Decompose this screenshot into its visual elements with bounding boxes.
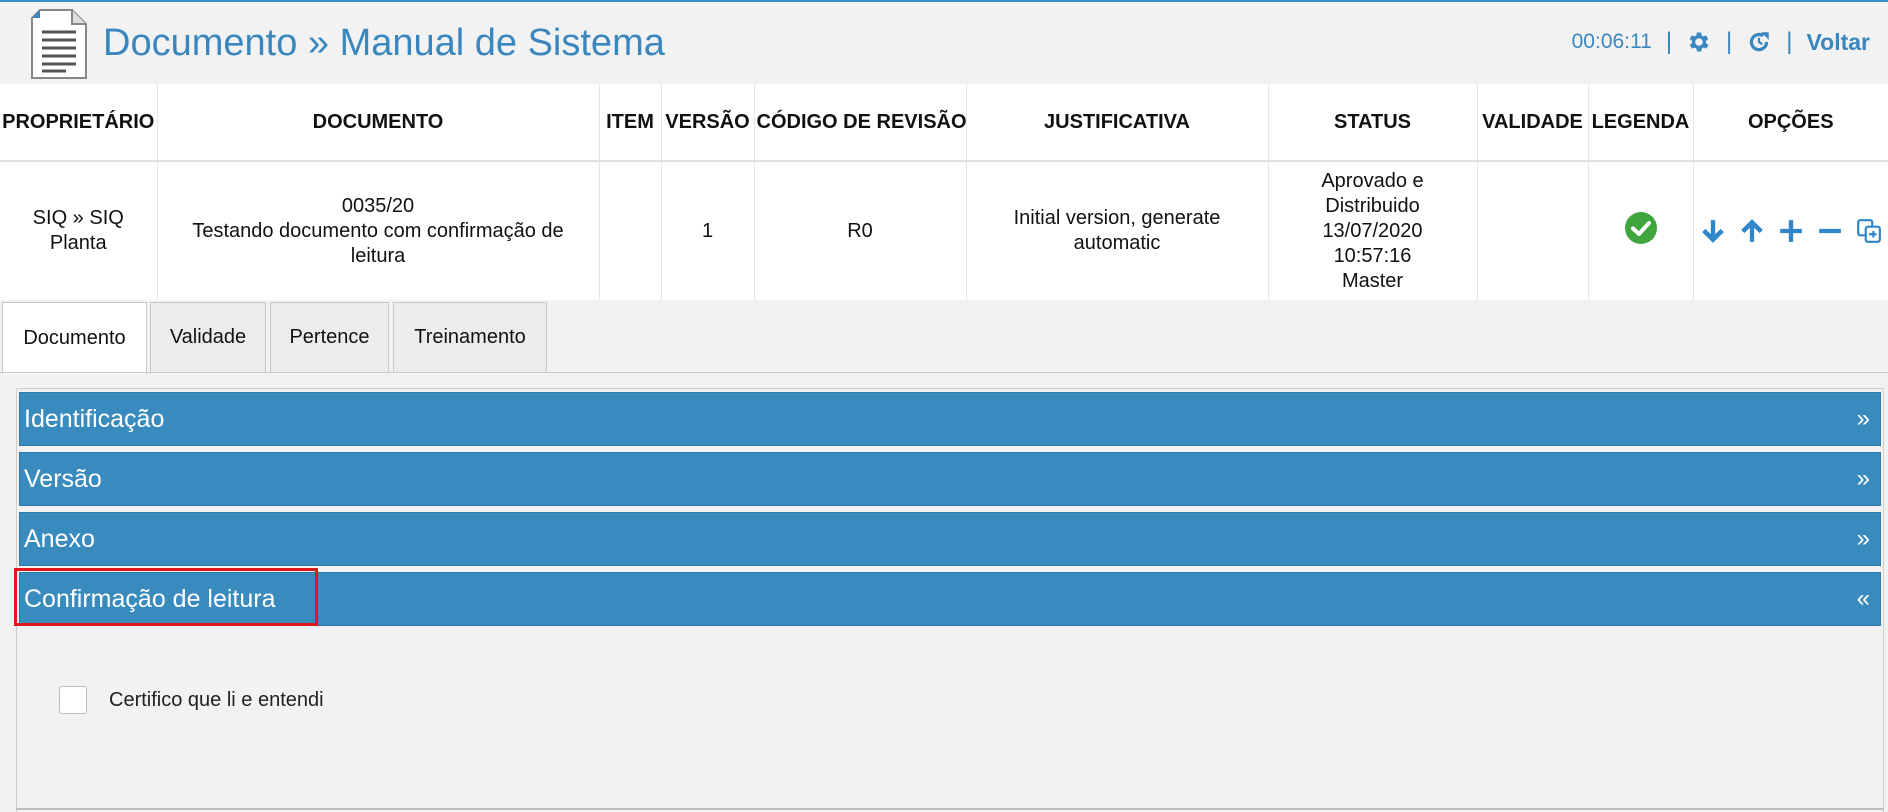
col-legenda[interactable]: LEGENDA	[1588, 84, 1694, 162]
cell-item	[599, 161, 662, 300]
col-item[interactable]: ITEM	[599, 84, 662, 162]
col-codigo-revisao[interactable]: CÓDIGO DE REVISÃO	[754, 84, 967, 162]
accordion-label: Identificação	[24, 404, 165, 433]
separator: |	[1786, 28, 1793, 55]
col-status[interactable]: STATUS	[1268, 84, 1478, 162]
plus-icon[interactable]	[1778, 218, 1804, 244]
session-timer: 00:06:11	[1571, 30, 1652, 53]
col-versao[interactable]: VERSÃO	[661, 84, 755, 162]
document-icon	[31, 9, 87, 79]
col-documento[interactable]: DOCUMENTO	[157, 84, 600, 162]
col-justificativa[interactable]: JUSTIFICATIVA	[966, 84, 1269, 162]
page-header: Documento » Manual de Sistema 00:06:11 |…	[0, 2, 1888, 84]
col-validade[interactable]: VALIDADE	[1477, 84, 1589, 162]
tab-divider	[0, 372, 1888, 373]
cell-proprietario: SIQ » SIQ Planta	[0, 161, 158, 300]
minus-icon[interactable]	[1817, 218, 1843, 244]
cell-status: Aprovado e Distribuido 13/07/2020 10:57:…	[1268, 161, 1478, 300]
expand-icon: »	[1856, 465, 1870, 492]
cell-opcoes	[1693, 161, 1888, 300]
expand-icon: »	[1856, 405, 1870, 432]
header-actions: 00:06:11 | | | Voltar	[1572, 28, 1870, 56]
back-link[interactable]: Voltar	[1807, 29, 1870, 56]
expand-icon: »	[1856, 525, 1870, 552]
cell-validade	[1477, 161, 1589, 300]
col-opcoes[interactable]: OPÇÕES	[1693, 84, 1888, 162]
read-confirmation-row: Certifico que li e entendi	[59, 686, 324, 714]
read-confirmation-checkbox[interactable]	[59, 686, 87, 714]
gear-icon[interactable]	[1686, 29, 1712, 55]
read-confirmation-label: Certifico que li e entendi	[109, 688, 324, 711]
copy-icon[interactable]	[1856, 218, 1882, 244]
cell-legenda	[1588, 161, 1694, 300]
arrow-up-icon[interactable]	[1739, 218, 1765, 244]
accordion-anexo[interactable]: Anexo »	[19, 512, 1881, 566]
tab-pertence[interactable]: Pertence	[270, 302, 389, 372]
document-table: PROPRIETÁRIO DOCUMENTO ITEM VERSÃO CÓDIG…	[0, 84, 1888, 300]
tab-validade[interactable]: Validade	[150, 302, 266, 372]
accordion-label: Confirmação de leitura	[24, 584, 276, 613]
refresh-icon[interactable]	[1746, 29, 1772, 55]
separator: |	[1665, 28, 1673, 55]
tab-documento[interactable]: Documento	[2, 302, 147, 374]
cell-documento: 0035/20 Testando documento com confirmaç…	[157, 161, 600, 300]
accordion-label: Anexo	[24, 524, 95, 553]
col-proprietario[interactable]: PROPRIETÁRIO	[0, 84, 158, 162]
collapse-icon: «	[1856, 585, 1870, 612]
accordion-label: Versão	[24, 464, 102, 493]
table-header-row: PROPRIETÁRIO DOCUMENTO ITEM VERSÃO CÓDIG…	[0, 84, 1888, 162]
separator: |	[1726, 28, 1733, 55]
table-row[interactable]: SIQ » SIQ Planta 0035/20 Testando docume…	[0, 161, 1888, 300]
check-circle-icon	[1624, 211, 1657, 244]
arrow-down-icon[interactable]	[1700, 218, 1726, 244]
accordion-versao[interactable]: Versão »	[19, 452, 1881, 506]
cell-versao: 1	[661, 161, 755, 300]
accordion-confirmacao-leitura[interactable]: Confirmação de leitura «	[19, 572, 1881, 626]
cell-justificativa: Initial version, generate automatic	[966, 161, 1269, 300]
cell-codigo-revisao: R0	[754, 161, 967, 300]
panel-bottom-border	[16, 808, 1884, 810]
tab-treinamento[interactable]: Treinamento	[393, 302, 547, 372]
page-title: Documento » Manual de Sistema	[103, 22, 665, 64]
accordion-identificacao[interactable]: Identificação »	[19, 392, 1881, 446]
